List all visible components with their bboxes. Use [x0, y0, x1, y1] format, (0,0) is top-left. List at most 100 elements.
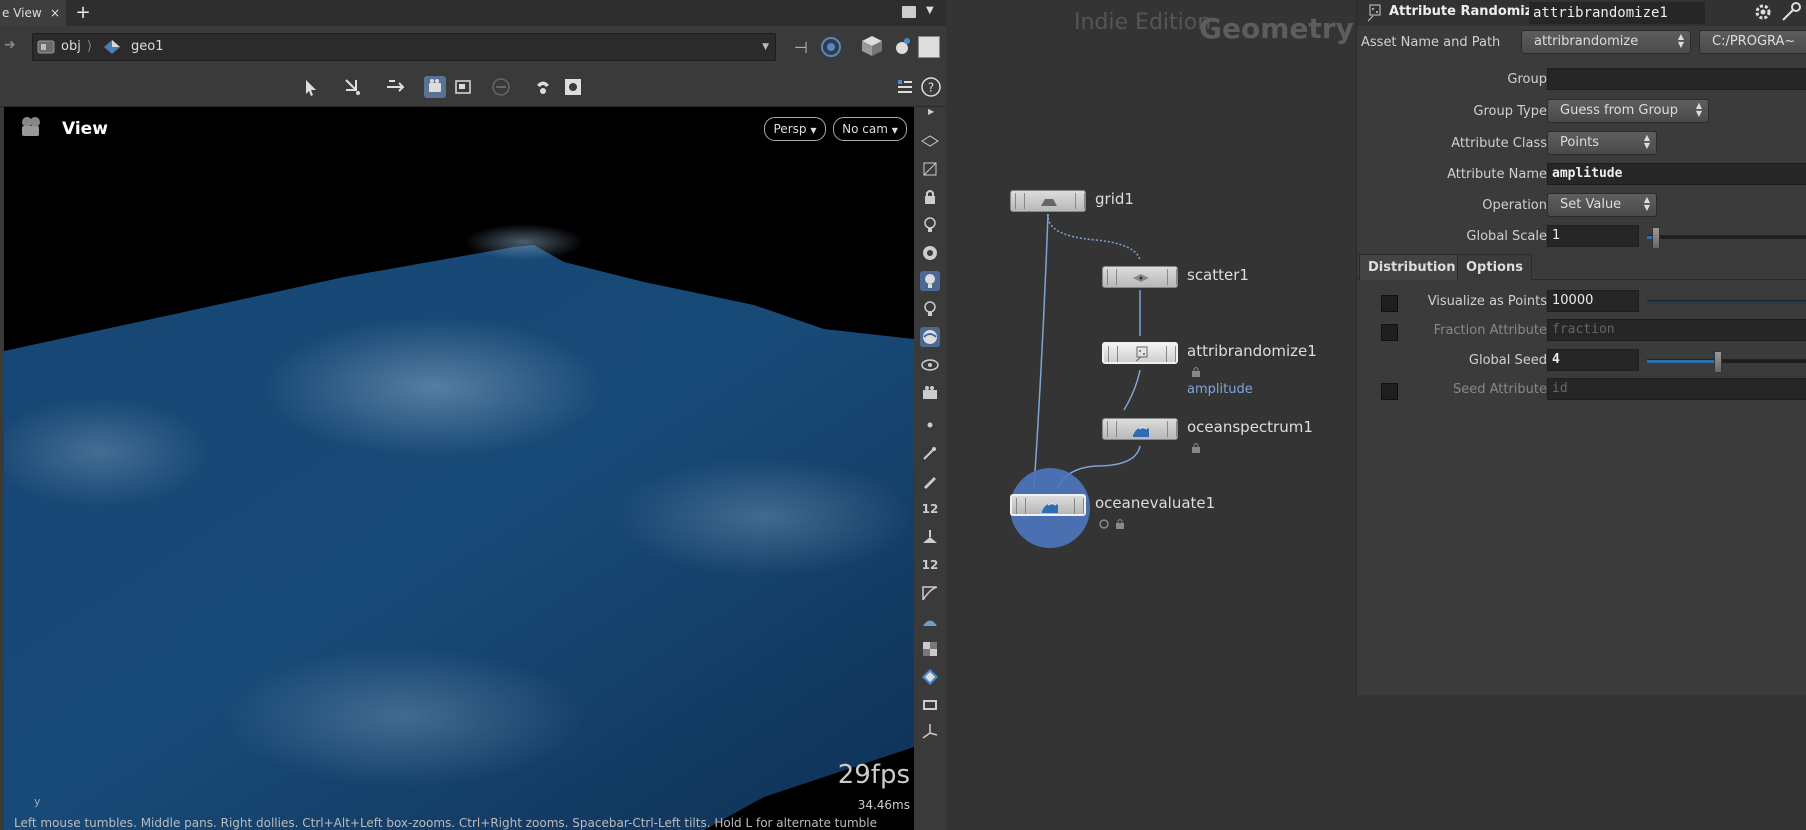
seed-attribute-label: Seed Attribute [1452, 382, 1547, 397]
axis-label: y [34, 795, 41, 808]
node-grid1[interactable] [1010, 190, 1086, 212]
wrench-icon[interactable] [1779, 2, 1803, 22]
grid-toggle-icon[interactable] [920, 131, 940, 151]
global-seed-handle[interactable] [1714, 351, 1722, 373]
attribute-class-menu[interactable]: Points ▲ ▼ [1547, 131, 1657, 155]
network-editor-pane[interactable]: Indie Edition Geometry grid1 scatter1 at… [946, 0, 1356, 830]
fraction-attribute-field[interactable]: fraction [1547, 319, 1806, 341]
network-path-field[interactable]: obj ⟩ geo1 ▼ [32, 33, 776, 61]
3d-viewport[interactable]: View Persp ▼ No cam ▼ 29fps 34.46ms y Le… [4, 107, 914, 830]
grid-node-icon [1041, 199, 1057, 206]
visibility-eye-icon[interactable] [920, 355, 940, 375]
visualize-points-slider[interactable] [1647, 300, 1806, 304]
node-scatter1[interactable] [1102, 266, 1178, 288]
spinner-arrows-icon: ▲ ▼ [1695, 101, 1702, 118]
lock-icon[interactable] [920, 187, 940, 207]
global-scale-slider[interactable] [1647, 235, 1806, 239]
hull-display-icon[interactable] [920, 583, 940, 603]
shading-sphere-icon[interactable] [892, 36, 912, 56]
snapping-icon[interactable] [532, 76, 554, 98]
axis-gizmo-icon[interactable] [920, 721, 940, 741]
display-cube-icon[interactable] [860, 34, 884, 58]
template-icon[interactable] [920, 159, 940, 179]
point-display-icon[interactable] [920, 415, 940, 435]
tab-label: e View [2, 6, 42, 20]
help-icon[interactable]: ? [920, 76, 942, 98]
asset-name-value: attribrandomize [1534, 34, 1639, 49]
attribute-name-label: Attribute Name [1447, 167, 1547, 182]
headlight-icon[interactable] [920, 243, 940, 263]
strip-collapse-arrow-icon[interactable]: ▶ [928, 107, 940, 117]
operation-menu[interactable]: Set Value ▲ ▼ [1547, 193, 1657, 217]
global-scale-field[interactable]: 1 [1547, 225, 1639, 247]
node-oceanevaluate1[interactable] [1010, 494, 1086, 516]
pin-icon[interactable]: ⊣ [794, 38, 814, 57]
light-bulb-x-icon[interactable] [920, 215, 940, 235]
path-dropdown-arrow-icon[interactable]: ▼ [762, 34, 769, 60]
camera-snapshot-icon[interactable] [920, 383, 940, 403]
display-diamond-icon[interactable] [920, 667, 940, 687]
path-segment-geo1[interactable]: geo1 [131, 34, 163, 60]
background-toggle-icon[interactable] [918, 36, 940, 58]
viewport-status-text: Left mouse tumbles. Middle pans. Right d… [14, 816, 877, 830]
view-tool-icon[interactable] [424, 76, 446, 98]
normal-display-icon[interactable] [920, 443, 940, 463]
asset-path-menu[interactable]: C:/PROGRA~ [1699, 30, 1806, 54]
group-field[interactable] [1547, 68, 1806, 90]
node-lock-icon [1192, 367, 1200, 377]
back-arrow-icon[interactable]: ➜ [4, 37, 20, 53]
seed-attribute-field[interactable]: id [1547, 378, 1806, 400]
point-numbers-icon[interactable]: 12 [920, 499, 940, 519]
operation-value: Set Value [1560, 197, 1622, 212]
node-label-oceanevaluate1: oceanevaluate1 [1095, 494, 1216, 512]
handle-tool-icon[interactable] [384, 76, 406, 98]
node-name-field[interactable]: attribrandomize1 [1529, 2, 1705, 24]
camera-dropdown-icon: ▼ [891, 126, 898, 135]
gear-icon[interactable] [1753, 2, 1773, 22]
maximize-pane-icon[interactable] [902, 6, 916, 18]
parameter-header: Attribute Randomize attribrandomize1 [1357, 0, 1806, 26]
tab-options[interactable]: Options [1457, 254, 1532, 280]
global-seed-fill [1647, 360, 1717, 363]
asset-name-menu[interactable]: attribrandomize ▲ ▼ [1521, 30, 1691, 54]
film-icon[interactable] [920, 695, 940, 715]
prim-normal-icon[interactable] [920, 527, 940, 547]
camera-icon[interactable] [18, 115, 44, 139]
global-seed-label: Global Seed [1468, 353, 1547, 368]
path-bar: ➜ obj ⟩ geo1 ▼ ⊣ [0, 26, 946, 68]
pane-menu-arrow-icon[interactable]: ▼ [926, 5, 938, 19]
scatter-node-icon [1133, 274, 1149, 282]
path-segment-obj[interactable]: obj [61, 34, 81, 60]
global-seed-slider[interactable] [1647, 359, 1806, 363]
global-scale-handle[interactable] [1652, 227, 1660, 249]
camera-menu-button[interactable]: No cam ▼ [833, 117, 907, 141]
global-scale-label: Global Scale [1466, 229, 1547, 244]
uv-display-icon[interactable] [920, 611, 940, 631]
spinner-arrows-icon: ▲ ▼ [1643, 195, 1650, 212]
toolbar-options-icon[interactable] [894, 76, 916, 98]
add-tab-icon[interactable]: + [74, 0, 92, 26]
persp-menu-button[interactable]: Persp ▼ [764, 117, 826, 141]
node-attribrandomize1[interactable] [1102, 342, 1178, 364]
tab-distribution[interactable]: Distribution [1359, 254, 1465, 280]
shading-ball-icon[interactable] [920, 327, 940, 347]
visualize-points-field[interactable]: 10000 [1547, 290, 1639, 312]
link-circle-icon[interactable] [820, 36, 842, 58]
persp-label: Persp [773, 122, 807, 136]
close-tab-icon[interactable]: × [48, 0, 62, 26]
path-separator-icon: ⟩ [87, 39, 93, 54]
checker-texture-icon[interactable] [920, 639, 940, 659]
pen-display-icon[interactable] [920, 471, 940, 491]
transform-tool-icon[interactable] [342, 76, 364, 98]
settings-gear-icon[interactable] [562, 76, 584, 98]
render-region-icon[interactable] [452, 76, 474, 98]
light-bulb-icon[interactable] [920, 299, 940, 319]
light-bulb-active-icon[interactable] [920, 271, 940, 291]
attribute-name-field[interactable]: amplitude [1547, 163, 1806, 185]
group-type-menu[interactable]: Guess from Group ▲ ▼ [1547, 99, 1709, 123]
select-tool-icon[interactable] [300, 76, 322, 98]
prim-numbers-icon[interactable]: 12 [920, 555, 940, 575]
node-label-scatter1: scatter1 [1187, 266, 1249, 284]
node-oceanspectrum1[interactable] [1102, 418, 1178, 440]
global-seed-field[interactable]: 4 [1547, 349, 1639, 371]
